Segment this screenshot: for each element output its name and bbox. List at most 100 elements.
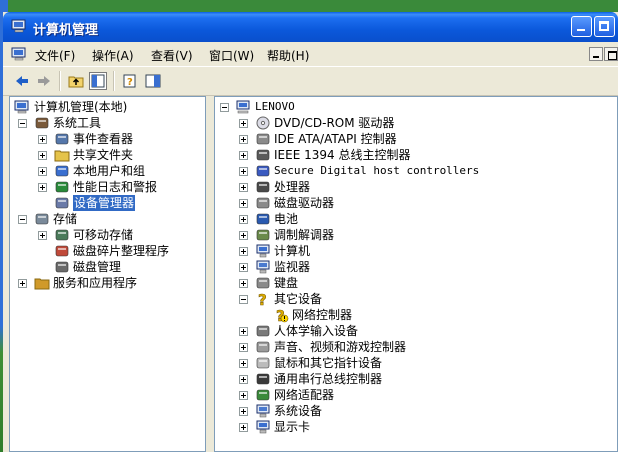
cdrom-icon [256,116,270,130]
back-arrow-icon [16,76,28,86]
mdi-minimize-button[interactable] [589,47,603,61]
device-tree-root-label: LENOVO [255,100,295,113]
device-category-label: IEEE 1394 总线主控制器 [274,148,411,162]
expand-toggle[interactable] [18,279,27,288]
expand-toggle[interactable] [239,391,248,400]
device-manager-icon [55,197,69,209]
system-menu-icon[interactable] [11,47,27,61]
expand-toggle[interactable] [239,199,248,208]
expand-toggle[interactable] [239,279,248,288]
expand-toggle[interactable] [239,167,248,176]
expand-toggle[interactable] [239,343,248,352]
defrag-icon [55,245,69,257]
folder-up-icon [68,76,84,88]
expand-toggle[interactable] [239,151,248,160]
device-category-label: IDE ATA/ATAPI 控制器 [274,132,397,146]
maximize-button[interactable] [594,16,615,37]
processor-icon [256,181,270,193]
tree-label: 性能日志和警报 [73,180,158,194]
disk-management-icon [55,261,69,273]
device-category-label: 磁盘驱动器 [274,196,335,210]
expand-toggle[interactable] [239,359,248,368]
tree-label: 服务和应用程序 [53,276,138,290]
usb-icon [256,373,270,385]
expand-toggle[interactable] [239,135,248,144]
expand-toggle[interactable] [239,183,248,192]
menu-file[interactable]: 文件(F) [35,47,75,64]
forward-arrow-icon [38,76,50,86]
up-one-level-button[interactable] [67,72,85,90]
tree-label: 存储 [53,212,78,226]
device-category-label: 人体学输入设备 [274,324,359,338]
properties-button[interactable]: ? [121,72,139,90]
title-bar[interactable]: 计算机管理 [3,12,618,42]
hid-icon [256,325,270,337]
show-action-pane-button[interactable] [144,72,162,90]
unknown-device-warning-icon: ? [276,307,289,323]
svg-text:?: ? [127,77,133,88]
menu-help[interactable]: 帮助(H) [267,47,309,64]
services-icon [34,278,50,290]
restore-icon [608,51,617,60]
network-adapter-icon [256,389,270,401]
monitor-icon [256,260,270,274]
expand-toggle[interactable] [239,375,248,384]
tree-label: 事件查看器 [73,132,134,146]
device-category-label: 鼠标和其它指针设备 [274,356,383,370]
tree-label: 共享文件夹 [73,148,134,162]
toolbar-separator [113,71,115,91]
menu-window[interactable]: 窗口(W) [209,47,254,64]
device-category-label: Secure Digital host controllers [274,164,480,177]
expand-toggle[interactable] [38,151,47,160]
device-category-label: 电池 [274,212,299,226]
device-category-label: 监视器 [274,260,311,274]
collapse-toggle[interactable] [18,215,27,224]
tree-label: 设备管理器 [73,195,136,211]
expand-toggle[interactable] [38,231,47,240]
console-tree-pane[interactable]: 计算机管理(本地) 系统工具 事件查看器 共享文件夹 本地用户和组 性能日志和警报 设备管… [9,96,206,452]
tools-icon [35,117,49,129]
menu-view[interactable]: 查看(V) [151,47,193,64]
tree-label: 本地用户和组 [73,164,146,178]
expand-toggle[interactable] [239,231,248,240]
mouse-icon [256,357,270,369]
expand-toggle[interactable] [239,263,248,272]
expand-toggle[interactable] [38,183,47,192]
expand-toggle[interactable] [239,327,248,336]
device-category-label: 处理器 [274,180,311,194]
back-button[interactable] [13,72,31,90]
device-category-label: 其它设备 [274,292,323,306]
expand-toggle[interactable] [239,247,248,256]
menu-action[interactable]: 操作(A) [92,47,134,64]
computer-icon [236,100,250,114]
collapse-toggle[interactable] [220,103,229,112]
minimize-icon [593,56,599,58]
collapse-toggle[interactable] [18,119,27,128]
computer-icon [256,244,270,258]
toolbar-separator [59,71,61,91]
system-devices-icon [256,404,270,418]
device-category-label: DVD/CD-ROM 驱动器 [274,116,395,130]
expand-toggle[interactable] [38,167,47,176]
collapse-toggle[interactable] [239,295,248,304]
minimize-icon [577,29,585,31]
expand-toggle[interactable] [239,215,248,224]
device-category-label: 通用串行总线控制器 [274,372,383,386]
forward-button[interactable] [35,72,53,90]
menu-bar: 文件(F) 操作(A) 查看(V) 窗口(W) 帮助(H) [3,42,618,66]
show-hide-tree-button[interactable] [89,72,107,90]
expand-toggle[interactable] [239,119,248,128]
minimize-button[interactable] [571,16,592,37]
device-category-label: 显示卡 [274,420,311,434]
shared-folder-icon [54,150,70,162]
expand-toggle[interactable] [38,135,47,144]
expand-toggle[interactable] [239,423,248,432]
display-adapter-icon [256,420,270,434]
sd-host-icon [256,165,270,177]
tree-label: 计算机管理(本地) [34,100,128,114]
expand-toggle[interactable] [239,407,248,416]
device-category-label: 声音、视频和游戏控制器 [274,340,407,354]
mdi-restore-button[interactable] [604,47,618,61]
modem-icon [256,229,270,241]
device-list-pane[interactable]: LENOVO DVD/CD-ROM 驱动器 IDE ATA/ATAPI 控制器 IE… [214,96,618,452]
